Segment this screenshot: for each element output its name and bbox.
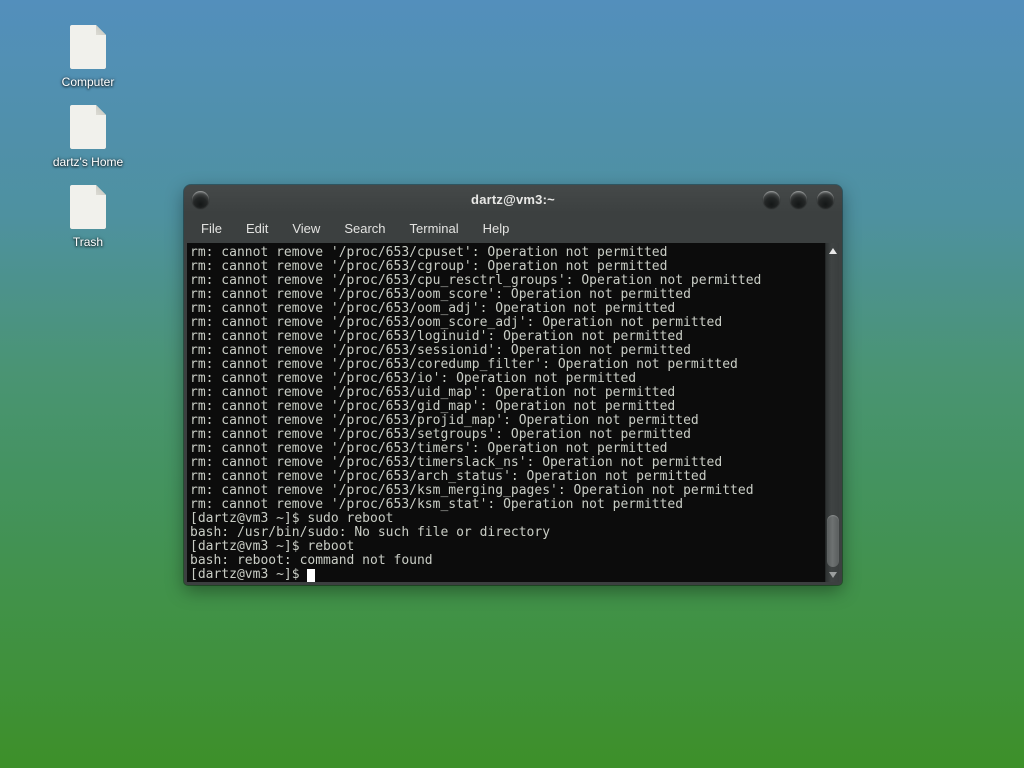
terminal-line: rm: cannot remove '/proc/653/projid_map'… — [190, 413, 699, 428]
menu-file[interactable]: File — [190, 217, 233, 240]
terminal-prompt: [dartz@vm3 ~]$ — [190, 567, 308, 582]
menu-edit[interactable]: Edit — [235, 217, 279, 240]
terminal-line: rm: cannot remove '/proc/653/cpuset': Op… — [190, 245, 668, 260]
terminal-line: rm: cannot remove '/proc/653/timerslack_… — [190, 455, 723, 470]
terminal-line: rm: cannot remove '/proc/653/uid_map': O… — [190, 385, 676, 400]
window-menu-button[interactable] — [192, 190, 209, 208]
desktop-icon-trash[interactable]: Trash — [33, 185, 143, 249]
menu-help[interactable]: Help — [472, 217, 521, 240]
menu-search[interactable]: Search — [333, 217, 396, 240]
close-button[interactable] — [817, 190, 834, 208]
scrollbar[interactable] — [825, 243, 839, 582]
terminal-window: dartz@vm3:~ File Edit View Search Termin… — [184, 185, 842, 585]
terminal-line: rm: cannot remove '/proc/653/loginuid': … — [190, 329, 684, 344]
menu-terminal[interactable]: Terminal — [399, 217, 470, 240]
terminal-output[interactable]: rm: cannot remove '/proc/653/cpuset': Op… — [187, 243, 825, 582]
terminal-line: [dartz@vm3 ~]$ sudo reboot — [190, 511, 394, 526]
terminal-line: bash: /usr/bin/sudo: No such file or dir… — [190, 525, 551, 540]
terminal-line: rm: cannot remove '/proc/653/ksm_merging… — [190, 483, 754, 498]
menu-view[interactable]: View — [281, 217, 331, 240]
terminal-line: rm: cannot remove '/proc/653/cpu_resctrl… — [190, 273, 762, 288]
terminal-content-area: rm: cannot remove '/proc/653/cpuset': Op… — [184, 243, 842, 585]
minimize-button[interactable] — [763, 190, 780, 208]
computer-icon — [70, 25, 106, 69]
scroll-up-button[interactable] — [826, 245, 840, 257]
terminal-line: rm: cannot remove '/proc/653/sessionid':… — [190, 343, 691, 358]
scroll-down-button[interactable] — [826, 569, 840, 581]
trash-icon — [70, 185, 106, 229]
terminal-line: rm: cannot remove '/proc/653/gid_map': O… — [190, 399, 676, 414]
desktop-icon-label: Computer — [61, 75, 115, 89]
terminal-line: rm: cannot remove '/proc/653/io': Operat… — [190, 371, 637, 386]
terminal-line: rm: cannot remove '/proc/653/cgroup': Op… — [190, 259, 668, 274]
desktop-icon-computer[interactable]: Computer — [33, 25, 143, 89]
terminal-line: bash: reboot: command not found — [190, 553, 433, 568]
desktop-icon-label: Trash — [72, 235, 104, 249]
window-title: dartz@vm3:~ — [471, 191, 555, 207]
scroll-down-icon — [829, 572, 837, 578]
scroll-up-icon — [829, 248, 837, 254]
terminal-line: rm: cannot remove '/proc/653/timers': Op… — [190, 441, 668, 456]
maximize-button[interactable] — [790, 190, 807, 208]
desktop-icon-label: dartz's Home — [52, 155, 124, 169]
terminal-line: rm: cannot remove '/proc/653/oom_adj': O… — [190, 301, 676, 316]
terminal-line: rm: cannot remove '/proc/653/oom_score':… — [190, 287, 691, 302]
scrollbar-thumb[interactable] — [827, 515, 839, 567]
terminal-cursor — [307, 569, 316, 582]
terminal-line: rm: cannot remove '/proc/653/coredump_fi… — [190, 357, 738, 372]
terminal-line: rm: cannot remove '/proc/653/ksm_stat': … — [190, 497, 684, 512]
terminal-prompt-line: [dartz@vm3 ~]$ — [190, 568, 825, 582]
menu-bar: File Edit View Search Terminal Help — [184, 213, 842, 243]
home-folder-icon — [70, 105, 106, 149]
window-titlebar[interactable]: dartz@vm3:~ — [184, 185, 842, 213]
desktop-icon-home[interactable]: dartz's Home — [33, 105, 143, 169]
terminal-line: [dartz@vm3 ~]$ reboot — [190, 539, 355, 554]
terminal-line: rm: cannot remove '/proc/653/oom_score_a… — [190, 315, 723, 330]
terminal-line: rm: cannot remove '/proc/653/arch_status… — [190, 469, 707, 484]
terminal-line: rm: cannot remove '/proc/653/setgroups':… — [190, 427, 691, 442]
